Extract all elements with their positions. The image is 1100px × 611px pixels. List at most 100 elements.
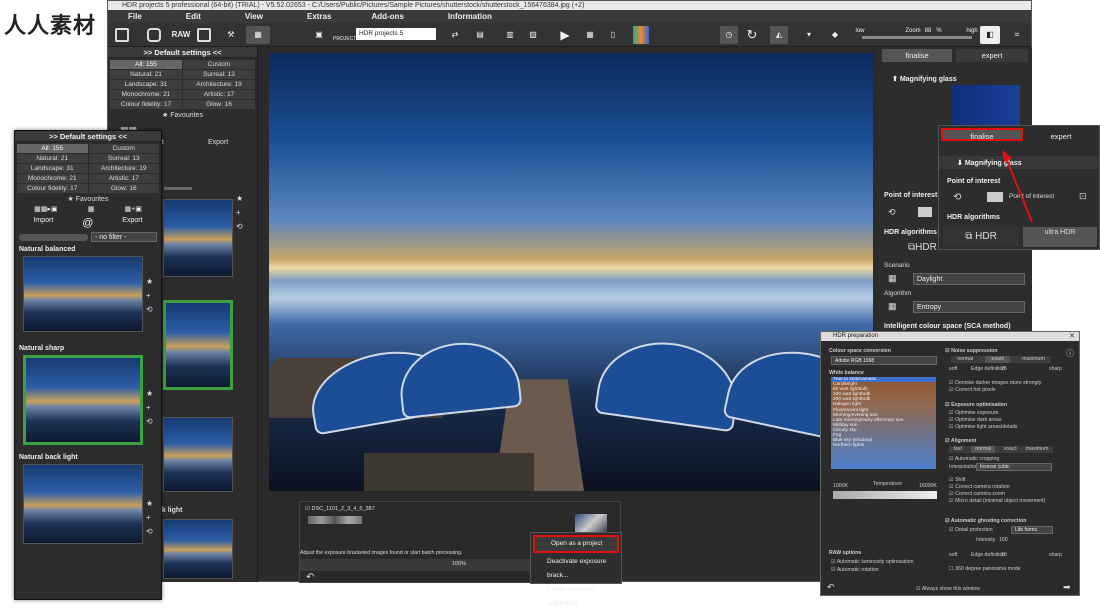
raw-opt-1[interactable]: ☑ Automatic luminosity optimisation (831, 559, 914, 566)
tab-expert-zoom[interactable]: expert (1025, 130, 1097, 143)
colour-space-heading[interactable]: Colour space conversion (829, 348, 891, 355)
align-opt-4[interactable]: ☑ Micro detail (minimal object movement) (949, 498, 1045, 505)
align-opt-1[interactable]: ☑ Automatic cropping (949, 456, 999, 463)
main-photo[interactable] (269, 53, 873, 491)
preset-thumb-bg-1[interactable] (163, 199, 233, 277)
align-normal[interactable]: normal (971, 446, 996, 453)
align-fast[interactable]: fast (954, 446, 962, 453)
filter-artistic[interactable]: Artistic: 17 (183, 90, 255, 99)
dialog-next-icon[interactable]: ➡ (1063, 582, 1071, 593)
ghost-edge-value[interactable]: 10 (1001, 552, 1007, 559)
filter-custom[interactable]: Custom (183, 60, 255, 69)
preset-thumb-bg-4[interactable] (163, 519, 233, 579)
filter-custom-zoom[interactable]: Custom (88, 144, 159, 153)
filmstrip-preview[interactable] (575, 514, 607, 534)
filter-monochrome-zoom[interactable]: Monochrome: 21 (17, 174, 88, 183)
mirror-icon[interactable]: ◭ (770, 26, 788, 44)
histogram-icon[interactable] (633, 26, 649, 44)
ghost-detail[interactable]: ☑ Detail protection (949, 527, 993, 534)
preset-thumb-bg-2[interactable] (163, 300, 233, 390)
raw-button[interactable]: RAW (170, 26, 192, 44)
white-balance-heading[interactable]: White balance (829, 370, 864, 377)
menu-open-project[interactable]: Open as a project (533, 535, 619, 553)
always-show-opt[interactable]: ☑ Always show this window (916, 586, 980, 593)
page-icon[interactable]: ▯ (606, 26, 620, 44)
wb-item-14[interactable]: Northern lights (831, 443, 936, 448)
poi-rotate-icon[interactable]: ⟲ (888, 207, 896, 218)
interpolation-select[interactable]: Inverse cubic (976, 463, 1052, 471)
preset-thumb-1[interactable] (23, 256, 143, 332)
undo-icon[interactable]: ↶ (306, 572, 314, 583)
filter-architecture[interactable]: Architecture: 19 (183, 80, 255, 89)
raw-opt-2[interactable]: ☑ Automatic rotation (831, 567, 879, 574)
align-exact[interactable]: exact (1004, 446, 1016, 453)
filter-monochrome[interactable]: Monochrome: 21 (110, 90, 182, 99)
temperature-slider[interactable] (833, 491, 937, 499)
info-icon[interactable]: ⓘ (1066, 348, 1074, 359)
layers-icon[interactable]: ▤ (473, 26, 487, 44)
menu-view[interactable]: View (245, 10, 263, 23)
scenario-select[interactable]: Daylight (913, 273, 1025, 285)
filter-all-zoom[interactable]: All: 155 (17, 144, 88, 153)
exp-opt-1[interactable]: ☑ Optimise exposure (949, 410, 998, 417)
preset-thumb-bg-3[interactable] (163, 417, 233, 492)
favourites-zoom[interactable]: ★ Favourites (15, 195, 161, 203)
projects-button[interactable]: PROJECTS (333, 26, 360, 44)
menu-extras[interactable]: Extras (307, 10, 331, 23)
alignment-heading[interactable]: ☑ Alignment (945, 438, 976, 445)
export-button-bg[interactable]: Export (208, 139, 228, 146)
new-icon[interactable] (114, 26, 130, 44)
filmstrip-thumbs[interactable] (308, 516, 362, 524)
align-maximum[interactable]: maximum (1026, 446, 1048, 453)
preset-actions[interactable]: ★ + ⟲ (236, 192, 243, 234)
preset-scrollbar[interactable] (164, 187, 192, 190)
filter-architecture-zoom[interactable]: Architecture: 19 (88, 164, 159, 173)
email-icon[interactable]: @ (82, 217, 93, 229)
filter-natural[interactable]: Natural: 21 (110, 70, 182, 79)
tab-finalise-zoom[interactable]: finalise (941, 128, 1023, 141)
noise-normal[interactable]: normal (957, 356, 973, 363)
hdr-button[interactable]: ⧉HDR (908, 242, 937, 253)
noise-opt-2[interactable]: ☑ Correct hot pixels (949, 387, 995, 394)
camera-icon[interactable] (146, 26, 162, 44)
poi-button[interactable] (918, 207, 932, 217)
project-select[interactable]: HDR projects 5 (356, 28, 436, 40)
dialog-undo-icon[interactable]: ↶ (827, 582, 835, 593)
grid-icon[interactable]: ▦ (88, 205, 95, 213)
noise-exact[interactable]: exact (985, 356, 1010, 363)
poi-target-icon[interactable]: ⊡ (1079, 191, 1087, 202)
play-icon[interactable]: ▶ (558, 26, 572, 44)
menu-delete-bracket[interactable]: Delete exposure bracketing (531, 583, 621, 611)
arrow-icon[interactable]: ▾ (802, 26, 816, 44)
batch-icon[interactable]: ▦ (246, 26, 270, 44)
noise-maximum[interactable]: maximum (1022, 356, 1044, 363)
filter-artistic-zoom[interactable]: Artistic: 17 (88, 174, 159, 183)
intensity-value[interactable]: 100 (999, 537, 1008, 544)
noise-heading[interactable]: ☑ Noise suppression (945, 348, 998, 355)
close-icon[interactable]: ✕ (1069, 332, 1075, 340)
bracket-icon[interactable]: ▥ (503, 26, 517, 44)
hdr-button-zoom[interactable]: ⧉ HDR (943, 227, 1019, 247)
redo-icon[interactable]: ↻ (744, 26, 760, 44)
exp-opt-2[interactable]: ☑ Optimise dark areas (949, 417, 1002, 424)
import-button[interactable]: Import (33, 217, 53, 229)
compare-icon[interactable]: ⇄ (448, 26, 462, 44)
favourites-label[interactable]: ★ Favourites (108, 111, 257, 119)
align-opt-2[interactable]: ☑ Correct camera rotation (949, 484, 1010, 491)
filter-glow-zoom[interactable]: Glow: 16 (88, 184, 159, 193)
export-icon[interactable] (196, 26, 212, 44)
tab-expert[interactable]: expert (956, 49, 1028, 62)
filter-select[interactable]: - no filter - (91, 232, 157, 242)
preset-thumb-3[interactable] (23, 464, 143, 544)
zoom-slider[interactable] (862, 36, 972, 39)
exposure-heading[interactable]: ☑ Exposure optimisation (945, 402, 1007, 409)
export-button[interactable]: Export (122, 217, 142, 229)
noise-opt-1[interactable]: ☑ Denoise darker images more strongly (949, 380, 1041, 387)
preset-actions-2[interactable]: ★ + ⟲ (146, 387, 153, 429)
preset-thumb-2[interactable] (23, 355, 143, 445)
filter-all[interactable]: All: 155 (110, 60, 182, 69)
save-preset-icon[interactable]: ▦▦▸▣ (34, 205, 57, 213)
poi-rotate-zoom-icon[interactable]: ⟲ (953, 192, 961, 203)
menu-edit[interactable]: Edit (186, 10, 201, 23)
shift-opt[interactable]: ☑ Shift (949, 477, 965, 484)
